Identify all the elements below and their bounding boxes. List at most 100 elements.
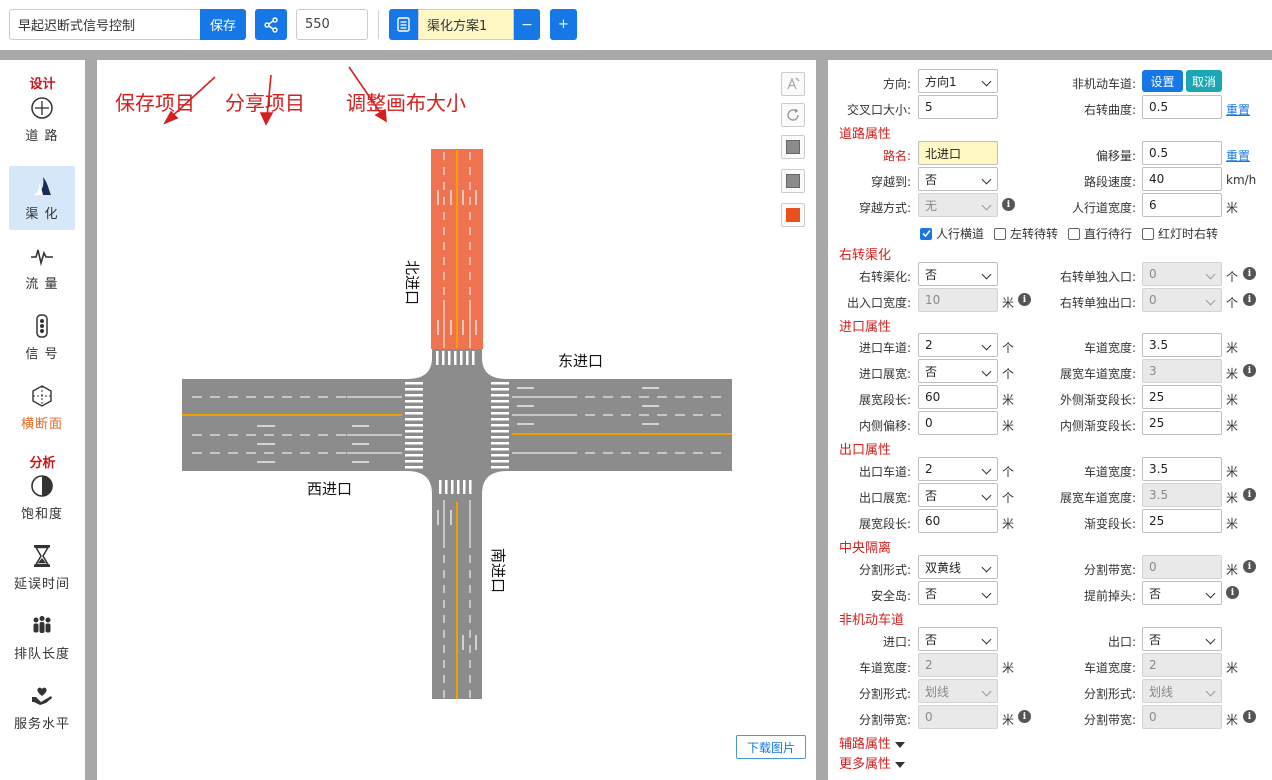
exit-lanes-select[interactable]: 2 — [918, 457, 998, 481]
single-out-select[interactable]: 0 — [1142, 288, 1222, 312]
nm-entry-select[interactable]: 否 — [918, 627, 998, 651]
download-image-button[interactable]: 下载图片 — [736, 735, 806, 759]
median-band-input[interactable]: 0 — [1142, 555, 1222, 579]
outer-taper-input[interactable]: 25 — [1142, 385, 1222, 409]
sidebar-item-label: 延误时间 — [13, 577, 70, 592]
nm-width-right-input[interactable]: 2 — [1142, 653, 1222, 677]
auto-text-tool[interactable] — [781, 72, 805, 96]
cross-mode-select[interactable]: 无 — [918, 193, 998, 217]
remove-plan-button[interactable]: − — [514, 9, 540, 40]
checkbox-unchecked — [994, 227, 1006, 240]
exit-widen-width-info-icon[interactable]: i — [1243, 488, 1256, 501]
offset-reset-link[interactable]: 重置 — [1226, 147, 1250, 164]
nm-form-right-select[interactable]: 划线 — [1142, 679, 1222, 703]
road-name-input[interactable]: 北进口 — [918, 141, 998, 165]
intersection-drawing[interactable]: 北进口 东进口 西进口 南进口 — [97, 60, 816, 780]
io-width-input[interactable]: 10 — [918, 288, 998, 312]
entry-lane-width-input[interactable]: 3.5 — [1142, 333, 1222, 357]
sidebar-item-delay[interactable]: 延误时间 — [9, 536, 75, 600]
single-out-label: 右转单独出口: — [1059, 296, 1136, 310]
annotation-share: 分享项目 — [225, 91, 305, 115]
early-uturn-select[interactable]: 否 — [1142, 581, 1222, 605]
inner-offset-input[interactable]: 0 — [918, 411, 998, 435]
single-in-info-icon[interactable]: i — [1243, 267, 1256, 280]
sidebar-item-road[interactable]: 道 路 — [9, 88, 75, 152]
refresh-tool[interactable] — [781, 103, 805, 127]
sidebar-item-channel[interactable]: 渠 化 — [9, 166, 75, 230]
half-circle-icon — [31, 475, 53, 497]
sidebar-item-saturation[interactable]: 饱和度 — [9, 466, 75, 530]
gray-color-tool-2[interactable] — [781, 169, 805, 193]
sidebar-item-flow[interactable]: 流 量 — [9, 236, 75, 300]
annotation-arrows — [163, 66, 387, 126]
single-in-unit: 个 — [1226, 270, 1239, 284]
exit-widen-width-label: 展宽车道宽度: — [1059, 491, 1136, 505]
label-east: 东进口 — [558, 352, 603, 370]
median-band-label: 分割带宽: — [1083, 563, 1136, 577]
crosswalk-checkbox[interactable]: 人行横道 — [920, 225, 984, 242]
entry-lanes-select[interactable]: 2 — [918, 333, 998, 357]
early-uturn-info-icon[interactable]: i — [1226, 586, 1239, 599]
gray-swatch — [786, 174, 800, 188]
nm-band-right-input[interactable]: 0 — [1142, 705, 1222, 729]
road-name-label: 路名: — [882, 149, 911, 163]
sidewalk-width-input[interactable]: 6 — [1142, 193, 1222, 217]
single-in-select[interactable]: 0 — [1142, 262, 1222, 286]
sidebar-item-queue[interactable]: 排队长度 — [9, 606, 75, 670]
sidebar-item-cross-section[interactable]: 横断面 — [9, 376, 75, 440]
entry-widen-select[interactable]: 否 — [918, 359, 998, 383]
junction-size-input[interactable]: 5 — [918, 95, 998, 119]
speed-unit: km/h — [1226, 173, 1257, 187]
speed-input[interactable]: 40 — [1142, 167, 1222, 191]
offset-input[interactable]: 0.5 — [1142, 141, 1222, 165]
exit-widen-len-input[interactable]: 60 — [918, 509, 998, 533]
entry-widen-len-input[interactable]: 60 — [918, 385, 998, 409]
nm-band-left-input[interactable]: 0 — [918, 705, 998, 729]
exit-widen-width-input[interactable]: 3.5 — [1142, 483, 1222, 507]
nm-form-left-select[interactable]: 划线 — [918, 679, 998, 703]
cross-to-select[interactable]: 否 — [918, 167, 998, 191]
entry-widen-width-info-icon[interactable]: i — [1243, 364, 1256, 377]
intersection-canvas[interactable]: 北进口 东进口 西进口 南进口 保存项目 分享项目 调整画布大小 下载图片 — [97, 60, 816, 780]
aux-road-toggle[interactable]: 辅路属性 — [839, 733, 906, 752]
single-out-info-icon[interactable]: i — [1243, 293, 1256, 306]
sidebar-separator — [85, 60, 97, 780]
sidebar-item-label: 饱和度 — [20, 507, 63, 522]
nm-form-right-label: 分割形式: — [1083, 687, 1136, 701]
exit-lane-width-input[interactable]: 3.5 — [1142, 457, 1222, 481]
north-approach-highlight[interactable] — [431, 149, 483, 365]
io-width-info-icon[interactable]: i — [1018, 293, 1031, 306]
left-wait-checkbox[interactable]: 左转待转 — [994, 225, 1058, 242]
add-plan-button[interactable]: + — [550, 9, 577, 40]
entry-widen-width-input[interactable]: 3 — [1142, 359, 1222, 383]
exit-taper-input[interactable]: 25 — [1142, 509, 1222, 533]
gray-color-tool-1[interactable] — [781, 135, 805, 159]
sidebar-item-label: 横断面 — [20, 417, 63, 432]
nm-width-left-input[interactable]: 2 — [918, 653, 998, 677]
red-right-turn-checkbox[interactable]: 红灯时右转 — [1142, 225, 1218, 242]
nm-width-right-label: 车道宽度: — [1083, 661, 1136, 675]
median-form-select[interactable]: 双黄线 — [918, 555, 998, 579]
inner-taper-input[interactable]: 25 — [1142, 411, 1222, 435]
cross-mode-info-icon[interactable]: i — [1002, 198, 1015, 211]
sidebar-item-service[interactable]: 服务水平 — [9, 676, 75, 740]
nonmotor-set-button[interactable]: 设置 — [1142, 70, 1183, 92]
nm-band-right-info-icon[interactable]: i — [1243, 710, 1256, 723]
highlight-color-tool[interactable] — [781, 203, 805, 227]
right-curve-input[interactable]: 0.5 — [1142, 95, 1222, 119]
sidebar-item-signal[interactable]: 信 号 — [9, 306, 75, 370]
cross-section-icon — [32, 385, 52, 407]
nm-exit-select[interactable]: 否 — [1142, 627, 1222, 651]
nonmotor-cancel-button[interactable]: 取消 — [1186, 70, 1222, 92]
median-band-info-icon[interactable]: i — [1243, 560, 1256, 573]
island-select[interactable]: 否 — [918, 581, 998, 605]
direction-select[interactable]: 方向1 — [918, 69, 998, 93]
checkbox-label: 红灯时右转 — [1158, 227, 1219, 241]
straight-wait-checkbox[interactable]: 直行待行 — [1068, 225, 1132, 242]
exit-widen-select[interactable]: 否 — [918, 483, 998, 507]
more-props-toggle[interactable]: 更多属性 — [839, 753, 906, 772]
right-curve-reset-link[interactable]: 重置 — [1226, 101, 1250, 118]
south-approach[interactable] — [437, 480, 477, 699]
right-channel-select[interactable]: 否 — [918, 262, 998, 286]
nm-band-left-info-icon[interactable]: i — [1018, 710, 1031, 723]
